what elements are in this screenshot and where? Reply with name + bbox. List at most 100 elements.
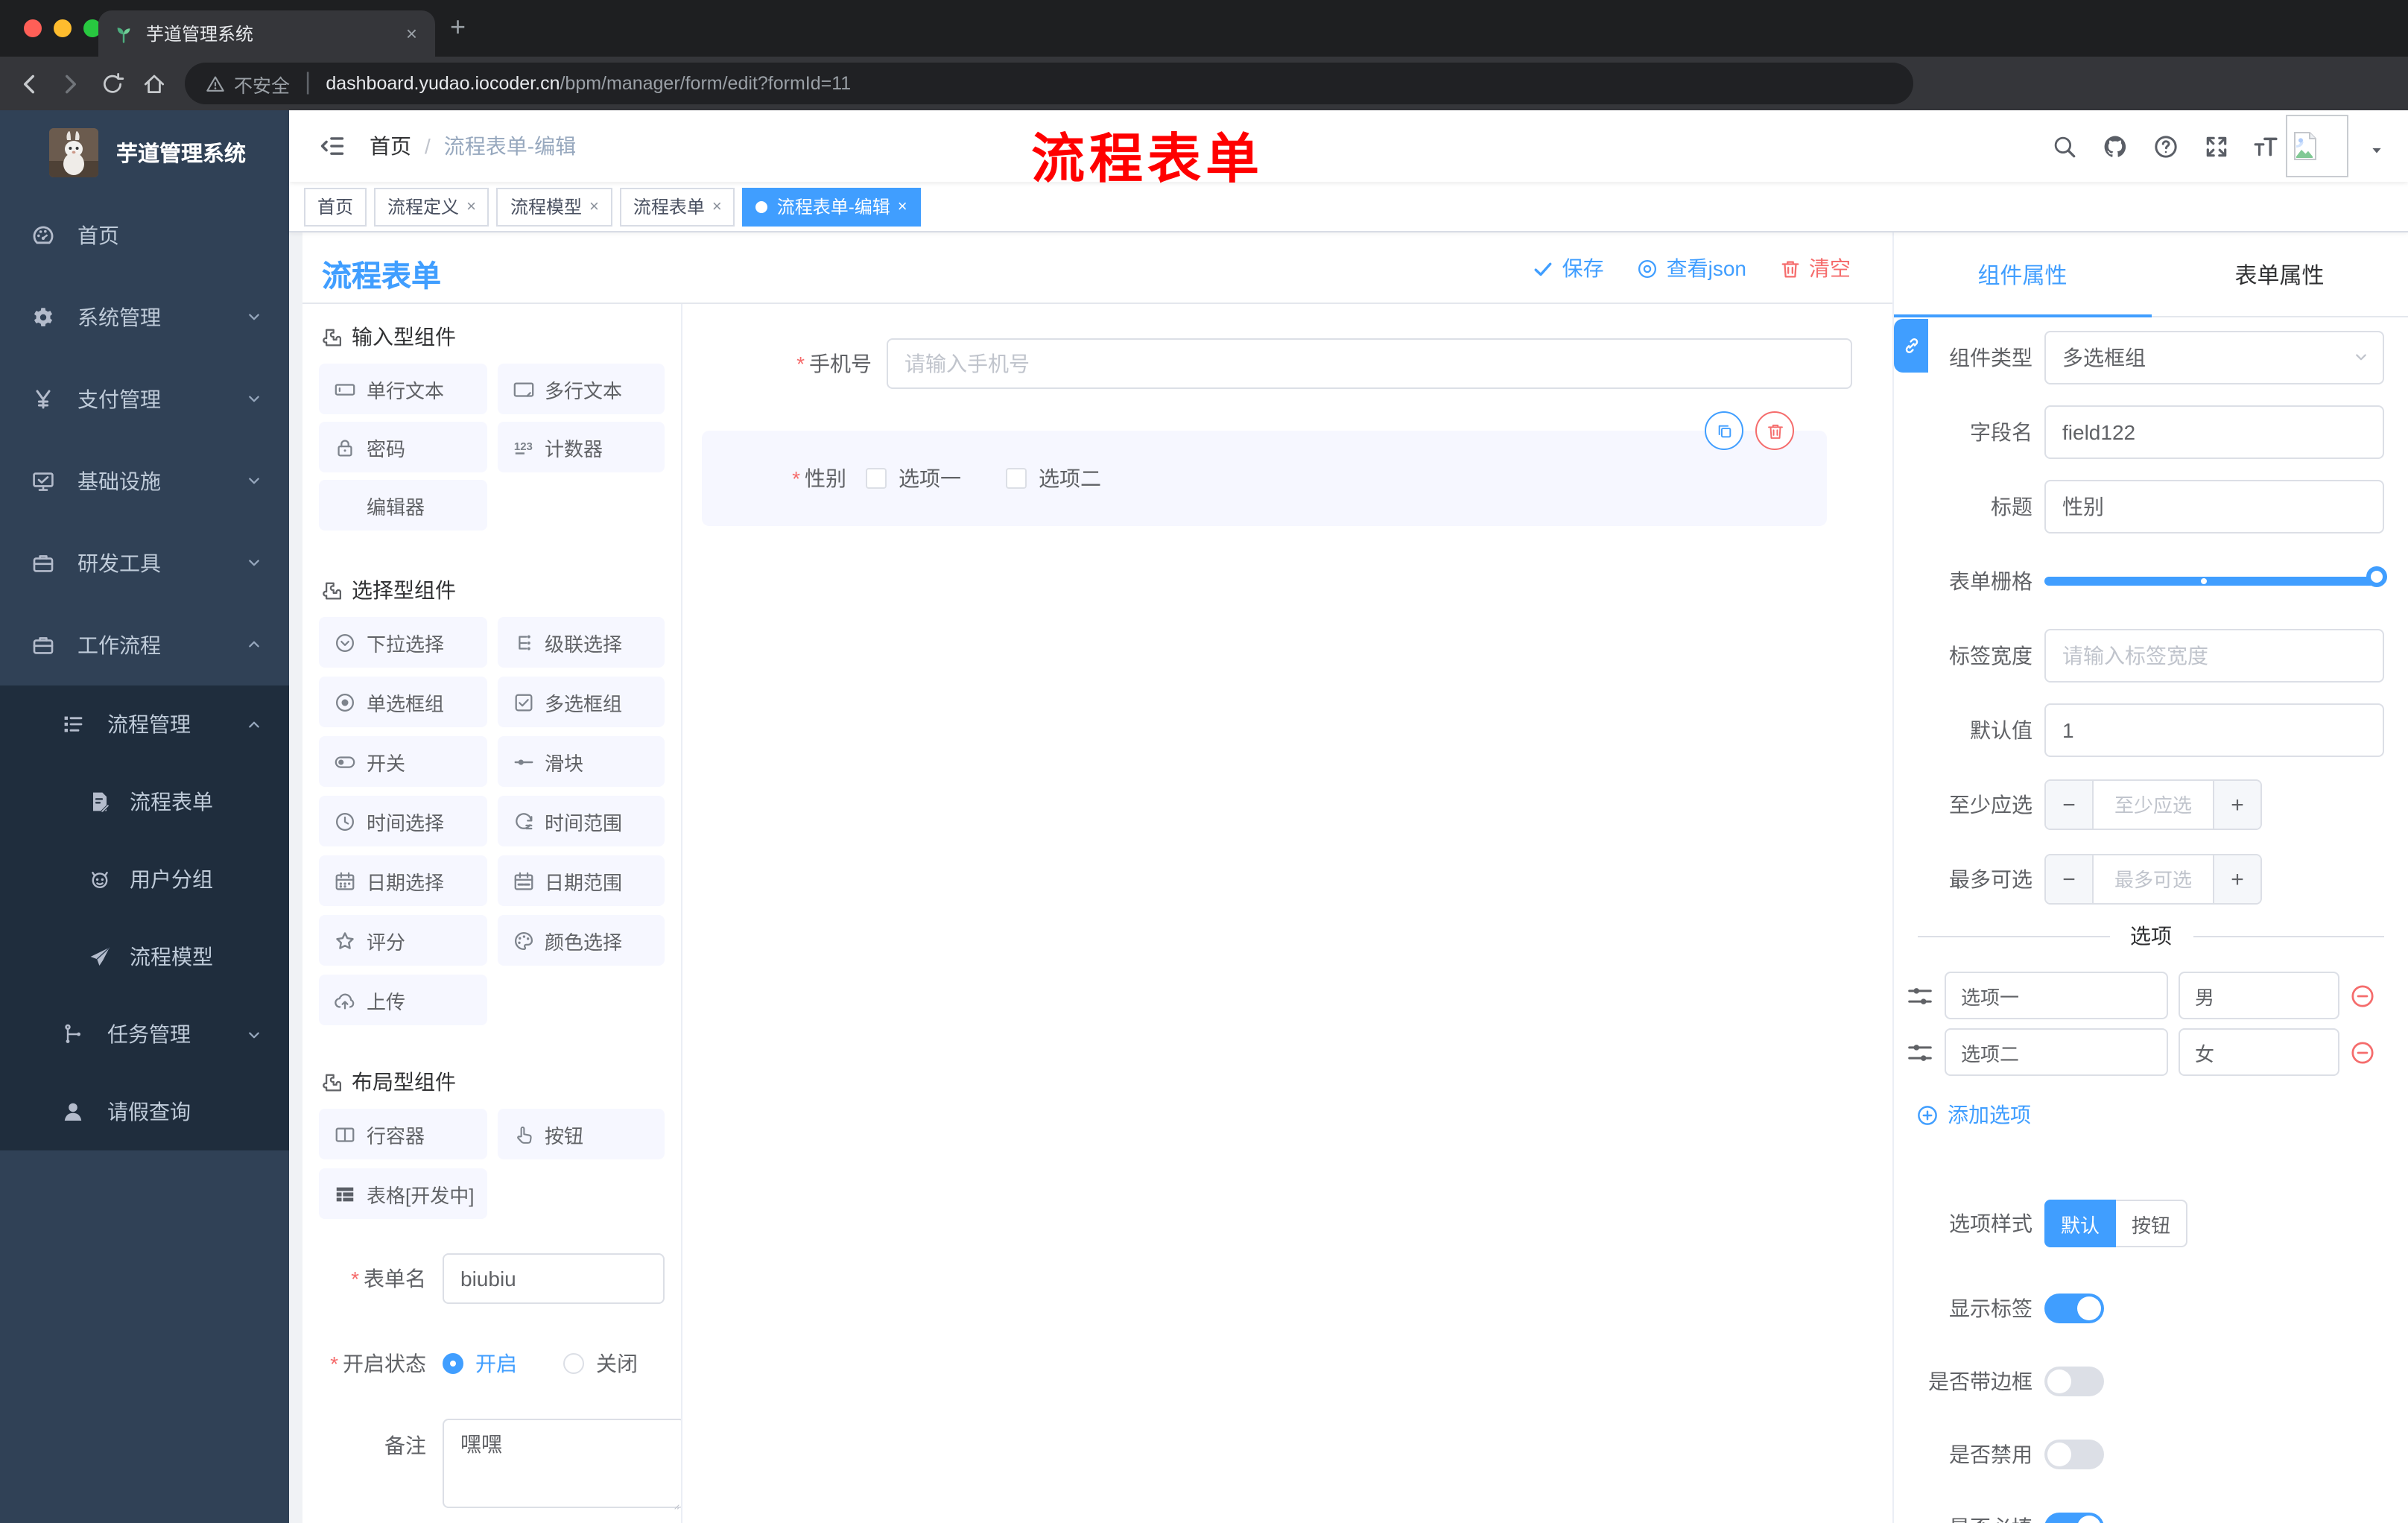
- palette-item-upload[interactable]: 上传: [319, 975, 487, 1025]
- save-button[interactable]: 保存: [1533, 253, 1604, 283]
- field-name-input[interactable]: [2044, 405, 2384, 459]
- close-window-button[interactable]: [24, 19, 42, 37]
- sidebar-item-payment[interactable]: 支付管理: [0, 358, 289, 440]
- tab-close-icon[interactable]: ×: [403, 22, 420, 45]
- avatar-caret-icon[interactable]: [2369, 143, 2384, 158]
- label-width-input[interactable]: [2044, 629, 2384, 683]
- palette-item-row-container[interactable]: 行容器: [319, 1109, 487, 1159]
- grid-slider[interactable]: [2044, 554, 2387, 608]
- palette-item-button[interactable]: 按钮: [497, 1109, 665, 1159]
- home-icon[interactable]: [142, 71, 167, 96]
- forward-icon[interactable]: [58, 71, 83, 96]
- palette-item-radio-group[interactable]: 单选框组: [319, 677, 487, 727]
- option1-label-input[interactable]: [1945, 972, 2168, 1019]
- remove-option-icon[interactable]: [2350, 983, 2375, 1008]
- status-on-label[interactable]: 开启: [475, 1349, 517, 1378]
- tab-component-props[interactable]: 组件属性: [1894, 232, 2151, 317]
- palette-item-password[interactable]: 密码: [319, 422, 487, 472]
- default-value-input[interactable]: [2044, 703, 2384, 757]
- github-icon[interactable]: [2103, 134, 2128, 159]
- sidebar-item-devtools[interactable]: 研发工具: [0, 522, 289, 604]
- gender-option1-checkbox[interactable]: [866, 468, 887, 489]
- palette-item-multi-text[interactable]: 多行文本: [497, 364, 665, 414]
- window-controls[interactable]: [24, 19, 101, 37]
- palette-item-select[interactable]: 下拉选择: [319, 617, 487, 668]
- status-off-label[interactable]: 关闭: [596, 1349, 638, 1378]
- help-icon[interactable]: [2153, 134, 2179, 159]
- tag-close-icon[interactable]: ×: [712, 197, 722, 215]
- slider-track[interactable]: [2044, 577, 2384, 586]
- sidebar-item-infra[interactable]: 基础设施: [0, 440, 289, 522]
- clear-button[interactable]: 清空: [1779, 253, 1851, 283]
- drag-handle-icon[interactable]: [1906, 1038, 1934, 1066]
- palette-item-counter[interactable]: 123 计数器: [497, 422, 665, 472]
- new-tab-button[interactable]: +: [450, 12, 466, 43]
- title-input[interactable]: [2044, 480, 2384, 533]
- add-option-button[interactable]: 添加选项: [1916, 1100, 2408, 1130]
- gender-option2-label[interactable]: 选项二: [1039, 463, 1101, 493]
- palette-item-table[interactable]: 表格[开发中]: [319, 1168, 487, 1219]
- font-size-icon[interactable]: [2253, 134, 2278, 159]
- gender-option2-checkbox[interactable]: [1006, 468, 1027, 489]
- palette-item-rate[interactable]: 评分: [319, 915, 487, 966]
- sidebar-item-user-group[interactable]: 用户分组: [0, 840, 289, 918]
- style-default-button[interactable]: 默认: [2044, 1200, 2116, 1247]
- form-name-input[interactable]: [443, 1253, 665, 1304]
- delete-field-button[interactable]: [1755, 411, 1794, 450]
- stepper-plus-button[interactable]: +: [2213, 855, 2260, 903]
- component-type-select[interactable]: 多选框组: [2044, 331, 2384, 384]
- sidebar-item-system[interactable]: 系统管理: [0, 276, 289, 358]
- url-field[interactable]: 不安全 | dashboard.yudao.iocoder.cn/bpm/man…: [185, 63, 1913, 104]
- sidebar-item-task-mgmt[interactable]: 任务管理: [0, 995, 289, 1073]
- palette-item-time-range[interactable]: 时间范围: [497, 796, 665, 846]
- palette-item-time-picker[interactable]: 时间选择: [319, 796, 487, 846]
- form-remark-textarea[interactable]: 嘿嘿: [443, 1419, 681, 1508]
- tag-close-icon[interactable]: ×: [466, 197, 476, 215]
- sidebar-fold-icon[interactable]: [319, 133, 346, 159]
- option2-label-input[interactable]: [1945, 1028, 2168, 1076]
- search-icon[interactable]: [2052, 134, 2077, 159]
- palette-item-cascader[interactable]: 级联选择: [497, 617, 665, 668]
- sidebar-item-home[interactable]: 首页: [0, 194, 289, 276]
- palette-item-editor[interactable]: 编辑器: [319, 480, 487, 531]
- phone-input[interactable]: [887, 338, 1852, 389]
- min-select-input[interactable]: [2094, 781, 2213, 829]
- palette-item-checkbox-group[interactable]: 多选框组: [497, 677, 665, 727]
- tag-process-form[interactable]: 流程表单 ×: [619, 187, 735, 226]
- sidebar-item-leave-query[interactable]: 请假查询: [0, 1073, 289, 1150]
- palette-item-date-range[interactable]: 日期范围: [497, 855, 665, 906]
- sidebar-item-process-form[interactable]: 流程表单: [0, 763, 289, 840]
- tab-form-props[interactable]: 表单属性: [2151, 232, 2408, 316]
- view-json-button[interactable]: 查看json: [1637, 253, 1746, 283]
- palette-item-color-picker[interactable]: 颜色选择: [497, 915, 665, 966]
- sidebar-item-process-mgmt[interactable]: 流程管理: [0, 685, 289, 763]
- tag-home[interactable]: 首页: [304, 187, 367, 226]
- palette-item-switch[interactable]: 开关: [319, 736, 487, 787]
- with-border-toggle[interactable]: [2044, 1367, 2104, 1396]
- option1-value-input[interactable]: [2179, 972, 2339, 1019]
- canvas-phone-field[interactable]: * 手机号: [682, 338, 1892, 389]
- slider-handle[interactable]: [2366, 566, 2387, 587]
- show-label-toggle[interactable]: [2044, 1294, 2104, 1323]
- status-on-radio[interactable]: [443, 1353, 463, 1374]
- palette-item-date-picker[interactable]: 日期选择: [319, 855, 487, 906]
- disabled-toggle[interactable]: [2044, 1440, 2104, 1469]
- back-icon[interactable]: [16, 71, 42, 96]
- avatar[interactable]: [2286, 115, 2348, 177]
- style-button-button[interactable]: 按钮: [2116, 1200, 2187, 1247]
- fullscreen-icon[interactable]: [2204, 134, 2229, 159]
- canvas-selected-field[interactable]: * 性别 选项一 选项二: [702, 411, 1827, 526]
- max-select-input[interactable]: [2094, 855, 2213, 903]
- sidebar-item-process-model[interactable]: 流程模型: [0, 918, 289, 995]
- required-toggle[interactable]: [2044, 1513, 2104, 1523]
- resize-handle-icon[interactable]: [669, 1499, 681, 1511]
- stepper-minus-button[interactable]: −: [2046, 855, 2094, 903]
- tag-process-model[interactable]: 流程模型 ×: [496, 187, 612, 226]
- tag-process-definition[interactable]: 流程定义 ×: [374, 187, 489, 226]
- minimize-window-button[interactable]: [54, 19, 72, 37]
- duplicate-field-button[interactable]: [1705, 411, 1743, 450]
- stepper-plus-button[interactable]: +: [2213, 781, 2260, 829]
- remove-option-icon[interactable]: [2350, 1039, 2375, 1065]
- link-drawer-toggle[interactable]: [1894, 319, 1928, 373]
- tag-process-form-edit[interactable]: 流程表单-编辑 ×: [742, 187, 921, 226]
